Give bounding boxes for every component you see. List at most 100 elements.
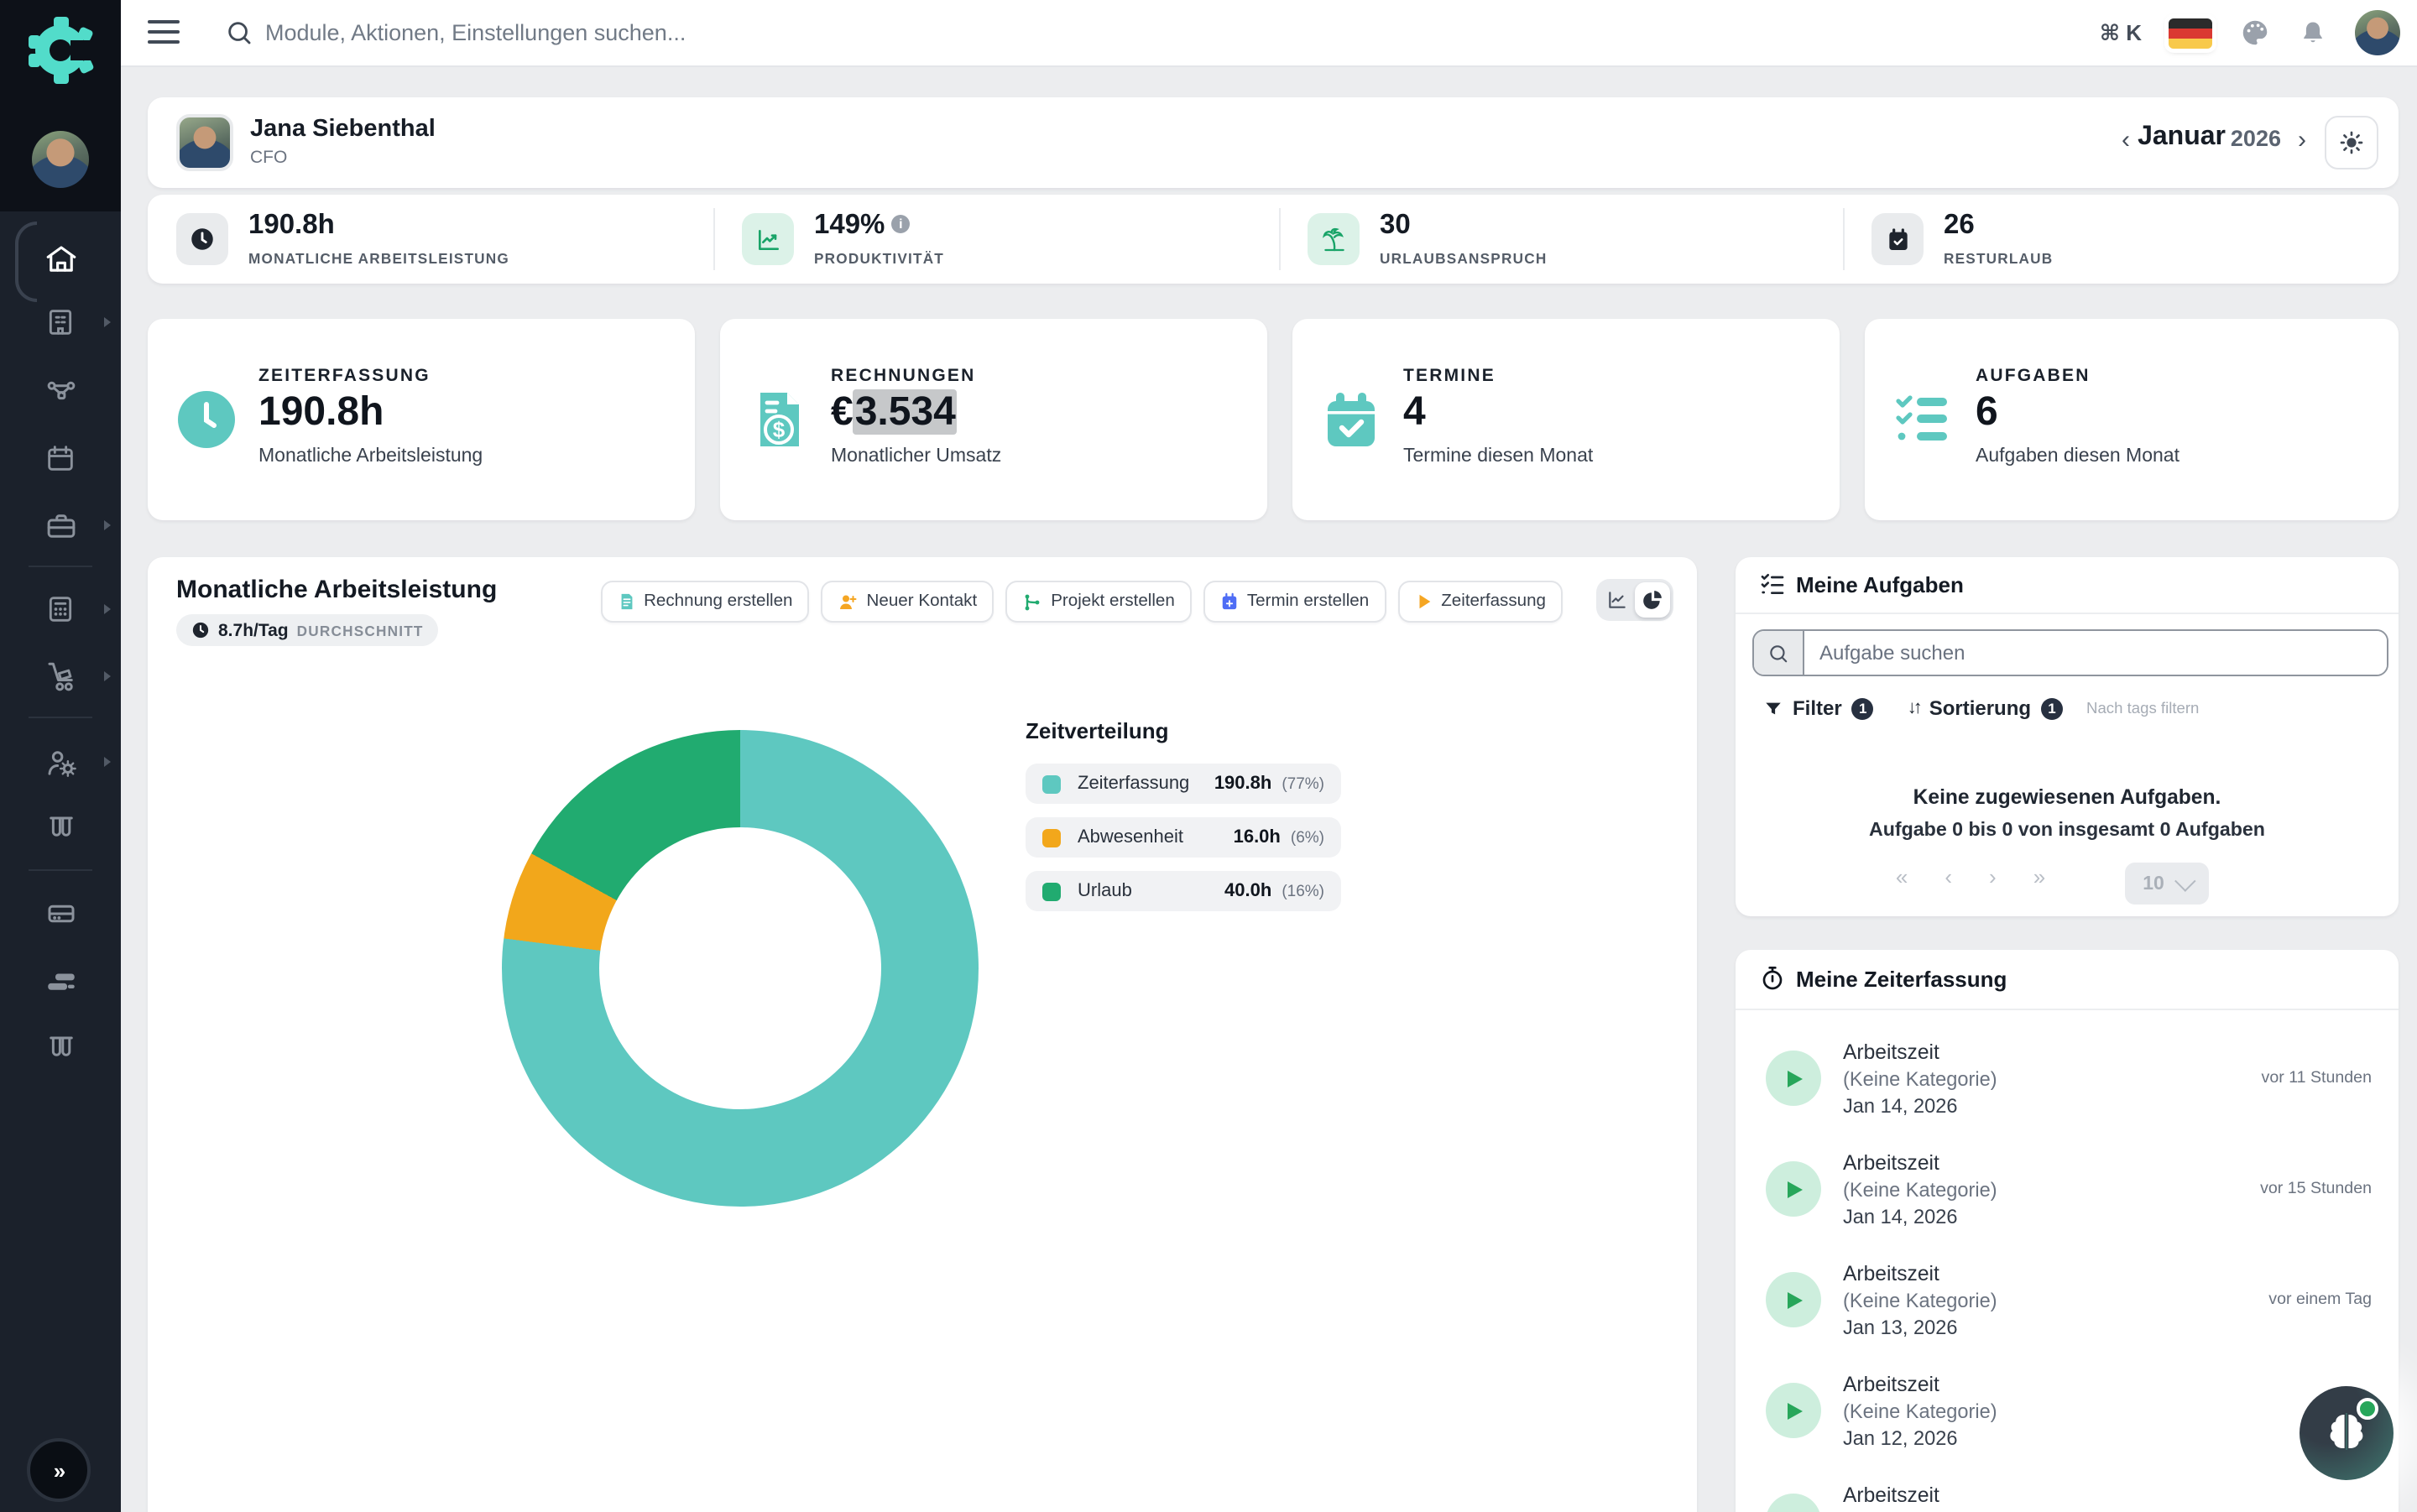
create-appointment-button[interactable]: Termin erstellen: [1203, 581, 1386, 623]
pie-chart-icon: [1642, 589, 1663, 611]
network-icon: [43, 372, 78, 407]
play-button[interactable]: [1766, 1494, 1821, 1512]
profile-name: Jana Siebenthal: [250, 116, 436, 143]
pie-chart-toggle-button[interactable]: [1635, 582, 1670, 618]
calendar-icon: [44, 441, 77, 475]
filter-button[interactable]: Filter: [1793, 696, 1842, 720]
profile-avatar: [176, 114, 233, 171]
stat-remaining-vacation: 26 RESTURLAUB: [1843, 195, 2399, 284]
timetracking-panel-title: Meine Zeiterfassung: [1796, 967, 2007, 992]
chevron-right-icon: [104, 671, 111, 681]
chart-line-icon: [754, 226, 781, 253]
legend-item-zeiterfassung[interactable]: Zeiterfassung 190.8h (77%): [1026, 764, 1341, 804]
sidebar-divider: [29, 566, 92, 567]
dashboard-settings-button[interactable]: [2325, 116, 2378, 169]
sidebar-expand-button[interactable]: »: [27, 1438, 91, 1502]
palm-tree-icon: [1320, 226, 1347, 253]
play-button[interactable]: [1766, 1383, 1821, 1438]
create-project-button[interactable]: Projekt erstellen: [1005, 581, 1192, 623]
invoice-icon: $: [749, 389, 809, 450]
sidebar-item-lab-2[interactable]: [0, 1017, 121, 1081]
legend-swatch: [1042, 882, 1061, 900]
notifications-bell-icon[interactable]: [2298, 18, 2328, 48]
briefcase-icon: [43, 508, 78, 543]
highlighted-value: 3.534: [854, 389, 958, 435]
tasks-pagination: « ‹ › »: [1803, 864, 2138, 889]
user-plus-icon: [838, 592, 859, 612]
kpi-card-termine: TERMINE 4 Termine diesen Monat: [1292, 319, 1840, 520]
assistant-floating-button[interactable]: [2300, 1386, 2394, 1480]
filter-by-tags-hint[interactable]: Nach tags filtern: [2086, 700, 2199, 717]
timetracking-entry[interactable]: Arbeitszeit (Keine Kategorie) Jan 12, 20…: [1736, 1373, 2399, 1467]
tasks-panel-header: Meine Aufgaben: [1736, 557, 2399, 614]
first-page-button[interactable]: «: [1896, 864, 1908, 889]
legend-swatch: [1042, 828, 1061, 847]
language-flag-button[interactable]: [2169, 18, 2212, 48]
sidebar-item-stack[interactable]: [0, 950, 121, 1014]
sort-arrows-icon: ↓↑: [1908, 698, 1919, 718]
svg-text:$: $: [773, 417, 786, 442]
next-page-button[interactable]: ›: [1989, 864, 1997, 889]
kpi-card-rechnungen: $ RECHNUNGEN €3.534 Monatlicher Umsatz: [720, 319, 1267, 520]
test-tubes-icon: [43, 811, 78, 847]
clock-icon: [176, 389, 237, 450]
clock-icon: [191, 621, 210, 639]
tasks-empty-message: Keine zugewiesenen Aufgaben.: [1736, 785, 2399, 809]
play-button[interactable]: [1766, 1161, 1821, 1217]
shortcut-hint: ⌘ K: [2100, 19, 2142, 46]
app-logo-icon[interactable]: [23, 13, 97, 87]
sidebar-item-projects[interactable]: [0, 493, 121, 557]
task-search-input[interactable]: [1804, 631, 2387, 675]
chevron-right-icon: [104, 520, 111, 530]
calculator-icon: [44, 592, 77, 626]
hand-truck-icon: [43, 659, 78, 694]
sidebar-divider: [29, 869, 92, 871]
prev-page-button[interactable]: ‹: [1945, 864, 1952, 889]
filter-count-badge: 1: [1852, 697, 1874, 719]
last-page-button[interactable]: »: [2033, 864, 2045, 889]
sidebar-item-org-network[interactable]: [0, 357, 121, 421]
sort-button[interactable]: Sortierung: [1929, 696, 2031, 720]
user-gear-icon: [43, 744, 78, 779]
sidebar-item-logistics[interactable]: [0, 644, 121, 708]
kpi-card-aufgaben: AUFGABEN 6 Aufgaben diesen Monat: [1865, 319, 2399, 520]
hamburger-menu-icon[interactable]: [148, 20, 180, 44]
timetracking-entry[interactable]: Arbeitszeit: [1736, 1483, 2399, 1512]
timetracking-entry[interactable]: Arbeitszeit (Keine Kategorie) Jan 14, 20…: [1736, 1151, 2399, 1245]
play-button[interactable]: [1766, 1051, 1821, 1106]
new-contact-button[interactable]: Neuer Kontakt: [822, 581, 994, 623]
user-avatar[interactable]: [2355, 10, 2400, 55]
sidebar-item-home[interactable]: [0, 227, 121, 290]
chevron-down-icon: [2175, 870, 2196, 891]
tasks-range-message: Aufgabe 0 bis 0 von insgesamt 0 Aufgaben: [1736, 819, 2399, 841]
timetracking-entry[interactable]: Arbeitszeit (Keine Kategorie) Jan 13, 20…: [1736, 1262, 2399, 1356]
legend-item-urlaub[interactable]: Urlaub 40.0h (16%): [1026, 871, 1341, 911]
sidebar-item-company[interactable]: [0, 290, 121, 354]
funnel-icon: [1764, 699, 1783, 717]
time-tracking-button[interactable]: Zeiterfassung: [1397, 581, 1563, 623]
sidebar-user-avatar[interactable]: [32, 131, 89, 188]
sidebar-item-hr[interactable]: [0, 730, 121, 794]
legend-item-abwesenheit[interactable]: Abwesenheit 16.0h (6%): [1026, 817, 1341, 858]
global-search-input[interactable]: Module, Aktionen, Einstellungen suchen..…: [265, 20, 686, 45]
theme-palette-icon[interactable]: [2239, 17, 2271, 49]
app-root: » Module, Aktionen, Einstellungen suchen…: [0, 0, 2417, 1512]
info-icon[interactable]: i: [891, 215, 910, 233]
sidebar-item-server[interactable]: [0, 881, 121, 945]
stat-vacation-entitlement: 30 URLAUBSANSPRUCH: [1279, 195, 1843, 284]
page-size-select[interactable]: 10: [2125, 863, 2209, 905]
time-distribution-donut-chart[interactable]: [502, 730, 979, 1207]
play-button[interactable]: [1766, 1272, 1821, 1327]
month-prev-button[interactable]: ‹: [2122, 126, 2130, 154]
timetracking-panel-header: Meine Zeiterfassung: [1736, 950, 2399, 1010]
line-chart-toggle-button[interactable]: [1600, 582, 1635, 618]
gear-icon: [2338, 129, 2365, 156]
quick-actions: Rechnung erstellen Neuer Kontakt Projekt…: [600, 581, 1563, 623]
server-icon: [43, 895, 78, 931]
timetracking-entry[interactable]: Arbeitszeit (Keine Kategorie) Jan 14, 20…: [1736, 1040, 2399, 1134]
create-invoice-button[interactable]: Rechnung erstellen: [600, 581, 809, 623]
sidebar-item-accounting[interactable]: [0, 577, 121, 641]
sidebar-item-calendar[interactable]: [0, 426, 121, 490]
month-next-button[interactable]: ›: [2298, 126, 2306, 154]
sidebar-item-lab[interactable]: [0, 797, 121, 861]
